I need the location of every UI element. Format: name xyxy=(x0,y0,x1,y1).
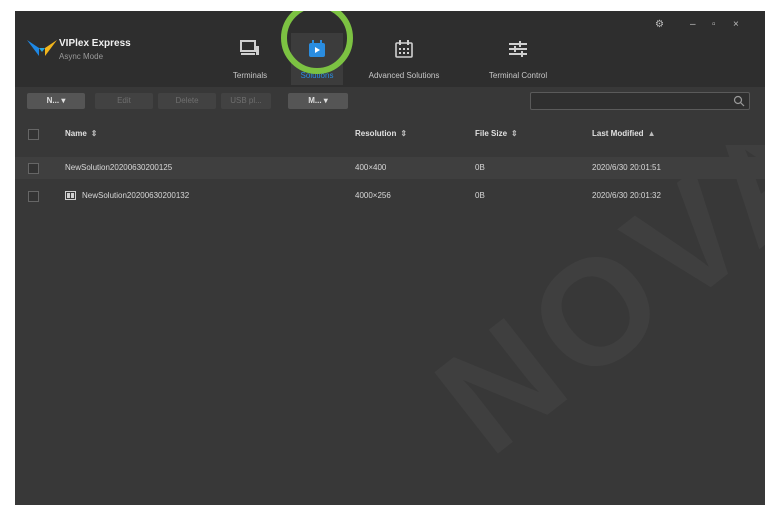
solution-resolution: 4000×256 xyxy=(355,191,391,200)
new-button[interactable]: N... ▾ xyxy=(27,93,85,109)
delete-button[interactable]: Delete xyxy=(158,93,216,109)
calendar-icon xyxy=(395,40,413,58)
table-header: Name ⇕ Resolution ⇕ File Size ⇕ Last Modifi… xyxy=(15,123,765,145)
table-row[interactable]: NewSolution20200630200125 400×400 0B 202… xyxy=(15,157,765,179)
app-mode: Async Mode xyxy=(59,52,104,61)
tab-solutions[interactable]: Solutions xyxy=(291,33,343,85)
usb-playback-button[interactable]: USB pl... xyxy=(221,93,271,109)
sort-icon[interactable]: ⇕ xyxy=(511,129,518,138)
sort-asc-icon[interactable]: ▲ xyxy=(648,129,656,138)
close-icon[interactable]: × xyxy=(733,19,739,30)
column-file-size[interactable]: File Size ⇕ xyxy=(475,123,518,145)
maximize-icon[interactable]: ▫ xyxy=(712,19,716,30)
sort-icon[interactable]: ⇕ xyxy=(91,129,98,138)
tab-advanced-solutions[interactable]: Advanced Solutions xyxy=(359,33,449,85)
tab-terminal-control[interactable]: Terminal Control xyxy=(470,33,566,85)
sliders-icon xyxy=(509,41,527,57)
row-checkbox[interactable] xyxy=(28,191,39,202)
solution-file-size: 0B xyxy=(475,191,485,200)
solution-last-modified: 2020/6/30 20:01:32 xyxy=(592,191,661,200)
novastar-logo-icon xyxy=(27,40,57,56)
column-name[interactable]: Name ⇕ xyxy=(65,123,98,145)
edit-button[interactable]: Edit xyxy=(95,93,153,109)
tab-terminals-label: Terminals xyxy=(232,71,268,80)
search-input[interactable] xyxy=(530,92,750,110)
sort-icon[interactable]: ⇕ xyxy=(400,129,407,138)
settings-icon[interactable]: ⚙ xyxy=(655,19,664,30)
column-name-label: Name xyxy=(65,129,87,138)
solution-name: NewSolution20200630200125 xyxy=(65,163,173,172)
tab-terminal-control-label: Terminal Control xyxy=(488,71,548,80)
app-name: VIPlex Express xyxy=(59,38,131,49)
solution-resolution: 400×400 xyxy=(355,163,387,172)
tab-terminals[interactable]: Terminals xyxy=(225,33,275,85)
title-bar: VIPlex Express Async Mode Terminals Solu… xyxy=(15,11,765,87)
select-all-checkbox[interactable] xyxy=(28,129,39,140)
tab-solutions-label: Solutions xyxy=(300,71,334,80)
minimize-icon[interactable]: – xyxy=(690,19,696,30)
more-button[interactable]: M... ▾ xyxy=(288,93,348,109)
column-last-modified-label: Last Modified xyxy=(592,129,644,138)
column-file-size-label: File Size xyxy=(475,129,508,138)
table-row[interactable]: NewSolution20200630200132 4000×256 0B 20… xyxy=(15,185,765,207)
column-resolution-label: Resolution xyxy=(355,129,397,138)
row-checkbox[interactable] xyxy=(28,163,39,174)
solution-name: NewSolution20200630200132 xyxy=(82,191,190,200)
app-window: NOVASTAR VIPlex Express Async Mode Termi… xyxy=(15,11,765,505)
terminal-icon xyxy=(240,40,259,55)
column-resolution[interactable]: Resolution ⇕ xyxy=(355,123,407,145)
tab-advanced-solutions-label: Advanced Solutions xyxy=(368,71,440,80)
solution-last-modified: 2020/6/30 20:01:51 xyxy=(592,163,661,172)
play-icon xyxy=(309,40,325,57)
solution-name-cell: NewSolution20200630200132 xyxy=(65,185,189,207)
search-icon[interactable] xyxy=(733,95,745,107)
column-last-modified[interactable]: Last Modified ▲ xyxy=(592,123,655,145)
toolbar: N... ▾ Edit Delete USB pl... M... ▾ xyxy=(15,87,765,127)
solution-file-size: 0B xyxy=(475,163,485,172)
multi-screen-icon xyxy=(65,191,76,201)
